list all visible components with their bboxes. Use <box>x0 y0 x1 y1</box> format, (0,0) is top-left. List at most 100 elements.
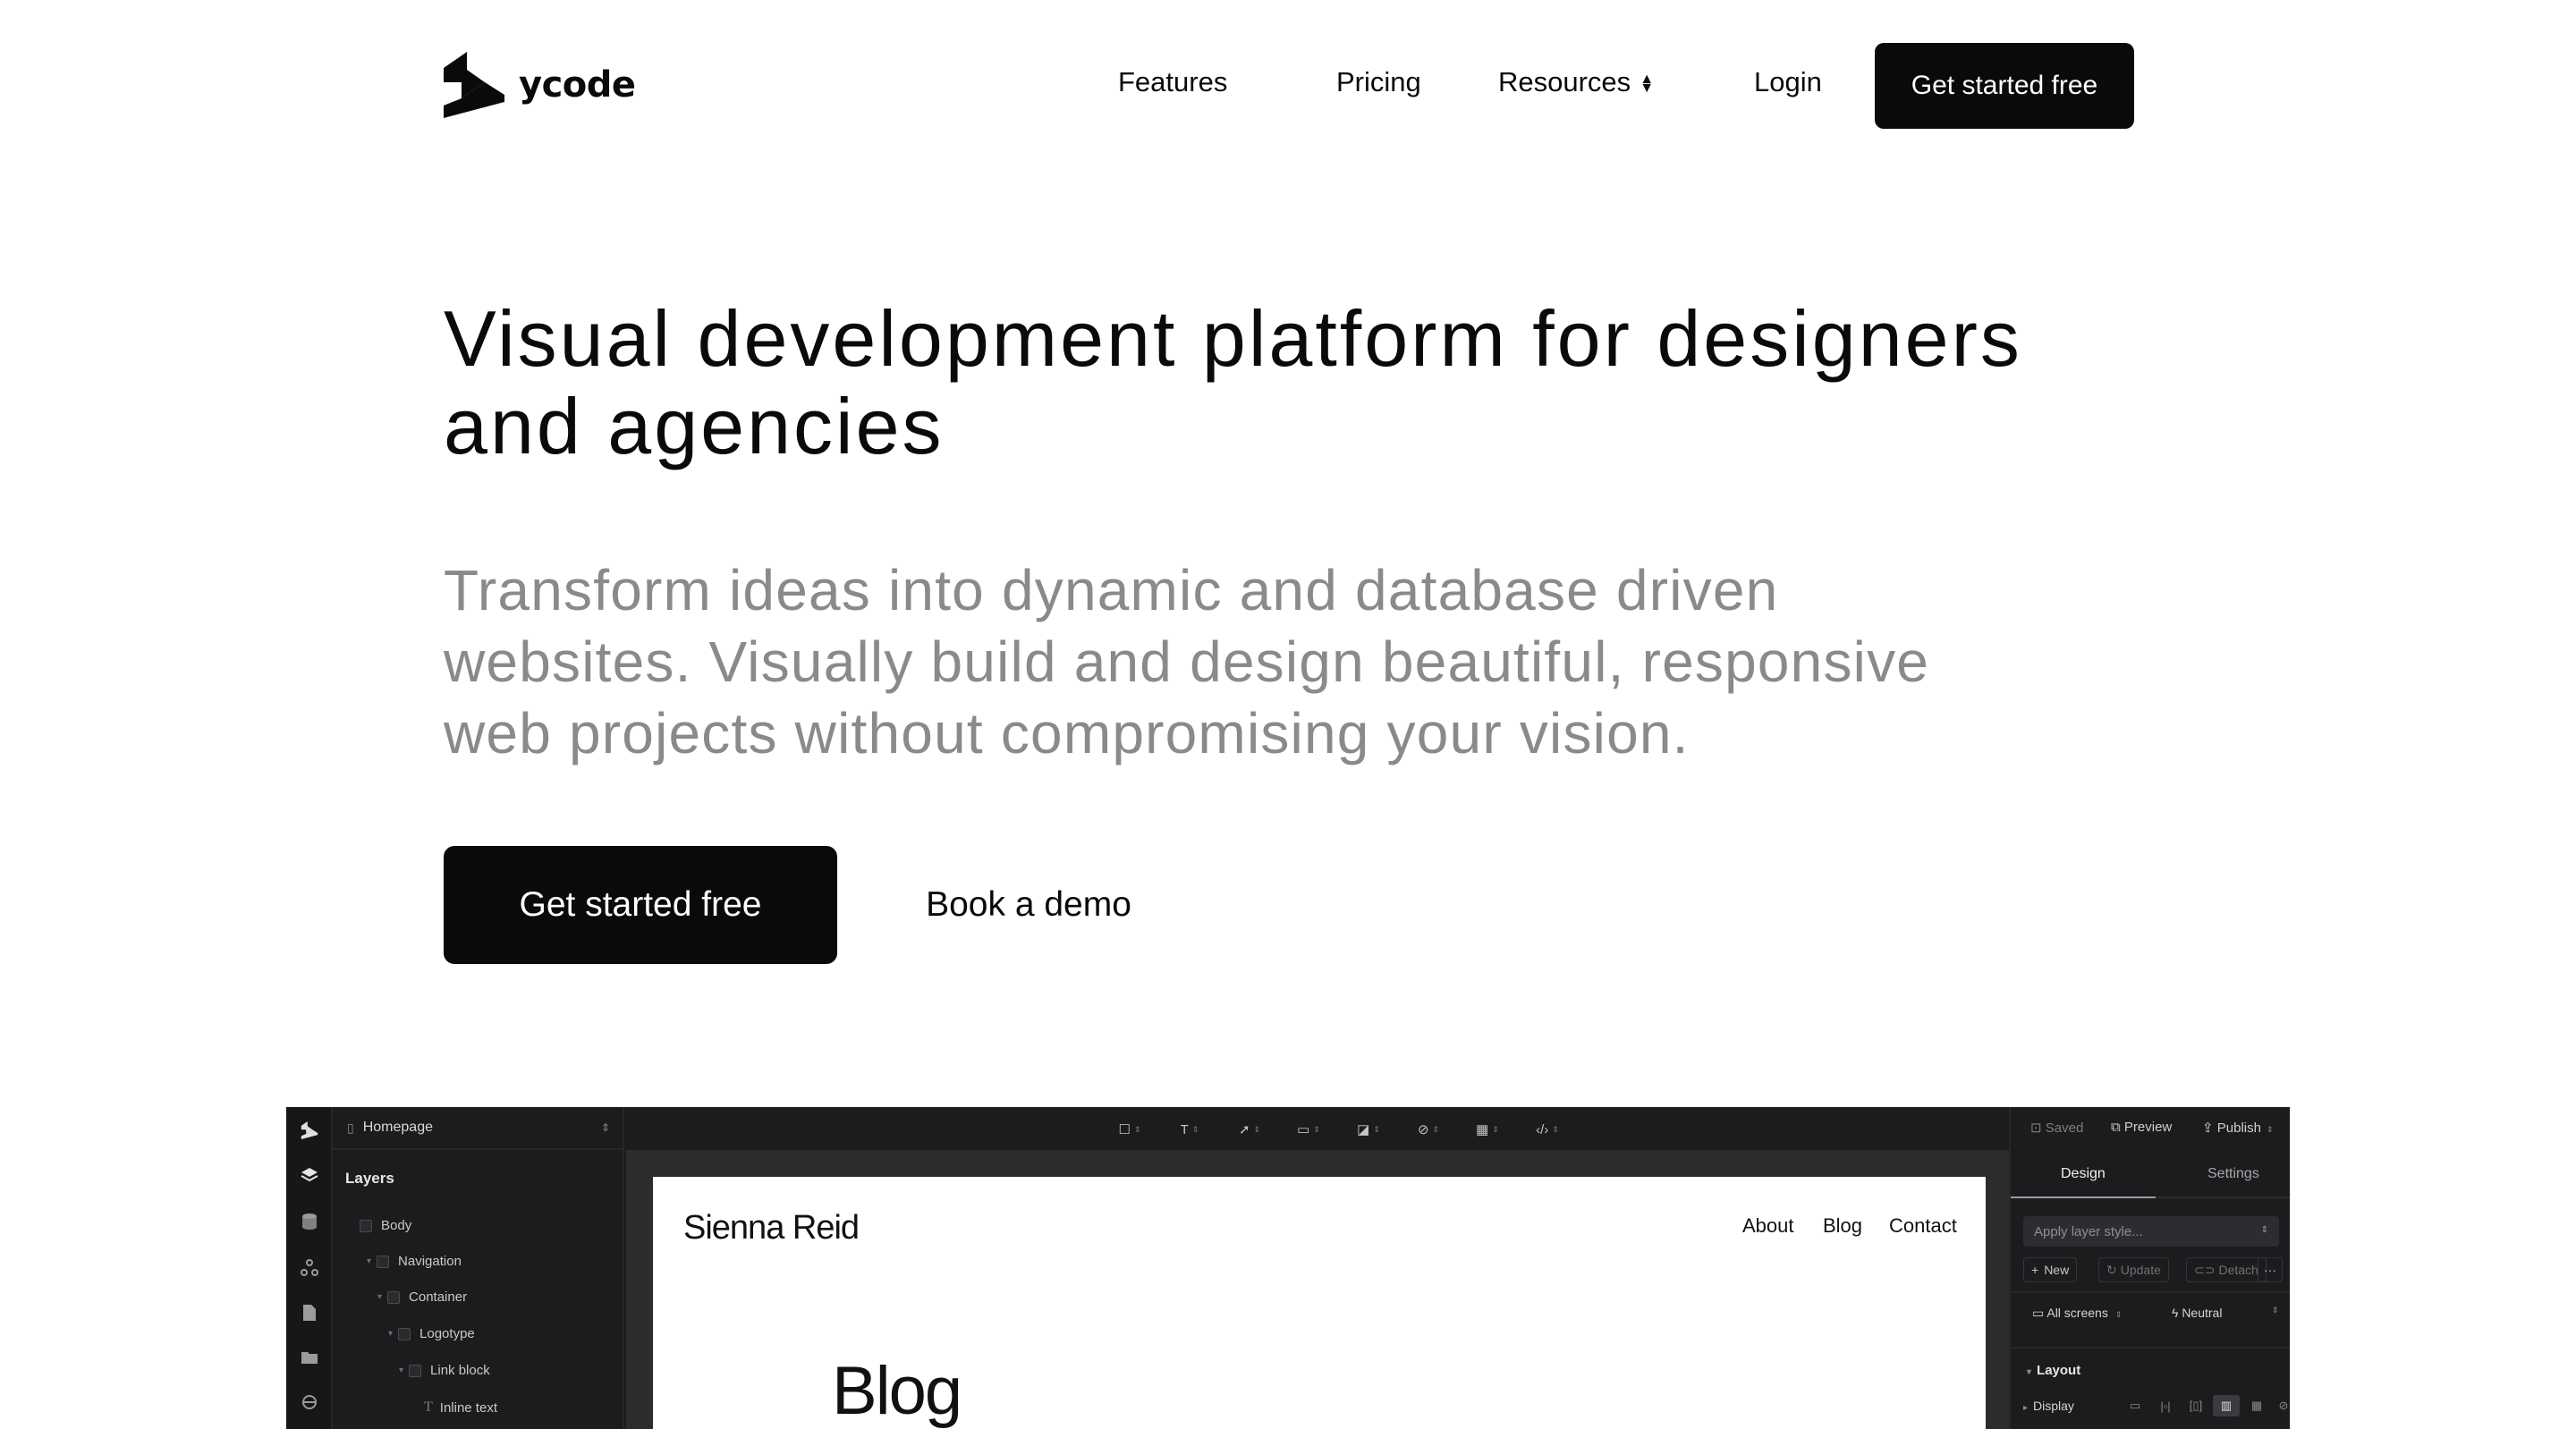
caret-right-icon: ▸ <box>2023 1403 2029 1413</box>
display-block-icon[interactable]: ▭ <box>2122 1395 2148 1416</box>
more-options-button[interactable]: ··· <box>2258 1257 2283 1282</box>
hero-subtitle-line-2: websites. Visually build and design beau… <box>444 630 1930 694</box>
upload-icon: ⇪ <box>2202 1120 2217 1136</box>
hero-subtitle-line-3: web projects without compromising your v… <box>444 701 1690 765</box>
folder-tool-icon[interactable]: ▭ ⇕ <box>1288 1120 1329 1139</box>
brand-logo[interactable]: ycode <box>444 52 636 118</box>
add-box-tool-icon[interactable]: ☐ ⇕ <box>1109 1120 1150 1139</box>
get-started-button-nav[interactable]: Get started free <box>1875 43 2134 129</box>
box-icon <box>387 1290 401 1304</box>
preview-button-label: Preview <box>2123 1120 2173 1135</box>
saved-status: ⊡ Saved <box>2030 1120 2083 1136</box>
display-inline-block-icon[interactable]: |▫| <box>2152 1395 2179 1416</box>
tab-design[interactable]: Design <box>2061 1166 2106 1182</box>
layers-icon[interactable] <box>299 1164 320 1186</box>
pointer-tool-icon[interactable]: ➚ ⇕ <box>1229 1120 1270 1139</box>
layer-style-select[interactable]: Apply layer style... ⇕ <box>2023 1216 2279 1247</box>
updown-chevron-icon: ⇕ <box>600 1121 610 1134</box>
site-link-blog[interactable]: Blog <box>1823 1214 1862 1238</box>
top-navigation: ycode Features Pricing Resources ▲ ▼ Login… <box>0 0 2576 172</box>
display-grid-icon[interactable]: ▦ <box>2243 1395 2270 1416</box>
layer-inline-text[interactable]: T Inline text <box>424 1399 497 1416</box>
state-select[interactable]: ϟ Neutral <box>2172 1306 2222 1320</box>
saved-status-label: Saved <box>2045 1120 2084 1136</box>
design-panel: ⊡ Saved ⧉ Preview ⇪ Publish ⇕ Design Sett… <box>2009 1107 2290 1429</box>
site-link-contact[interactable]: Contact <box>1889 1214 1957 1238</box>
detach-style-button[interactable]: ⊂⊃ Detach <box>2186 1257 2267 1282</box>
caret-down-icon: ▾ <box>2027 1367 2032 1377</box>
editor-rail <box>286 1107 333 1429</box>
updown-chevron-icon[interactable]: ⇕ <box>2272 1306 2279 1315</box>
updown-chevron-icon: ⇕ <box>2266 1125 2274 1134</box>
site-name: Sienna Reid <box>683 1209 860 1247</box>
update-style-label: Update <box>2120 1263 2161 1277</box>
code-tool-icon[interactable]: ‹/› ⇕ <box>1527 1120 1568 1139</box>
hero-subtitle-line-1: Transform ideas into dynamic and databas… <box>444 558 1779 622</box>
layer-label: Body <box>381 1218 412 1233</box>
layout-title[interactable]: ▾ Layout <box>2027 1363 2080 1378</box>
nav-pricing[interactable]: Pricing <box>1336 66 1421 98</box>
publish-button-label: Publish <box>2216 1120 2261 1136</box>
shapes-tool-icon[interactable]: ◪ ⇕ <box>1348 1120 1389 1139</box>
update-style-button[interactable]: ↻ Update <box>2098 1257 2169 1282</box>
book-demo-button[interactable]: Book a demo <box>903 846 1154 964</box>
caret-down-icon: ▾ <box>377 1292 383 1302</box>
breakpoint-row: ▭ All screens ⇕ ϟ Neutral ⇕ <box>2011 1291 2290 1332</box>
layer-logotype[interactable]: ▾ Logotype <box>388 1326 475 1341</box>
site-canvas: Sienna Reid About Blog Contact Blog <box>653 1177 1986 1429</box>
hero-title-line-1: Visual development platform for designer… <box>444 294 2022 383</box>
unlink-icon: ⊂⊃ <box>2194 1262 2216 1277</box>
hero-title: Visual development platform for designer… <box>444 295 2233 470</box>
layer-link-block[interactable]: ▾ Link block <box>399 1363 490 1378</box>
preview-button[interactable]: ⧉ Preview <box>2111 1120 2172 1135</box>
box-icon <box>377 1255 390 1268</box>
display-label: ▸ Display <box>2023 1399 2074 1413</box>
nav-features[interactable]: Features <box>1118 66 1227 98</box>
active-tab-indicator <box>2011 1196 2156 1198</box>
get-started-button-hero[interactable]: Get started free <box>444 846 837 964</box>
integrations-icon[interactable] <box>299 1391 320 1413</box>
nav-login[interactable]: Login <box>1754 66 1822 98</box>
layer-label: Inline text <box>439 1399 497 1416</box>
external-link-icon: ⧉ <box>2111 1120 2124 1135</box>
components-icon[interactable] <box>299 1257 320 1279</box>
layers-title: Layers <box>345 1170 394 1187</box>
box-icon <box>398 1327 411 1340</box>
refresh-icon: ↻ <box>2106 1262 2117 1277</box>
page-select[interactable]: ▯ Homepage ⇕ <box>333 1107 624 1150</box>
site-link-about[interactable]: About <box>1742 1214 1794 1238</box>
state-select-label: Neutral <box>2182 1306 2223 1320</box>
lightning-icon: ϟ <box>2172 1306 2182 1320</box>
screen-select[interactable]: ▭ All screens ⇕ <box>2032 1306 2122 1321</box>
display-flex-icon[interactable]: ▥ <box>2213 1395 2240 1416</box>
caret-down-icon: ▾ <box>388 1329 394 1339</box>
blog-heading: Blog <box>832 1353 962 1429</box>
layer-container[interactable]: ▾ Container <box>377 1289 467 1305</box>
display-inline-icon[interactable]: [▯] <box>2182 1395 2209 1416</box>
monitor-icon: ▭ <box>2032 1306 2047 1320</box>
updown-chevron-icon: ▲ ▼ <box>1640 71 1655 96</box>
layer-body[interactable]: Body <box>360 1218 411 1233</box>
ycode-rail-logo-icon[interactable] <box>299 1120 320 1141</box>
assets-folder-icon[interactable] <box>299 1347 320 1368</box>
new-style-label: New <box>2044 1263 2070 1277</box>
saved-check-icon: ⊡ <box>2030 1120 2046 1136</box>
display-none-icon[interactable]: ⊘ <box>2270 1395 2290 1416</box>
pages-icon[interactable] <box>299 1302 320 1323</box>
layer-label: Container <box>409 1289 468 1305</box>
new-style-button[interactable]: + New <box>2023 1257 2078 1282</box>
tab-settings[interactable]: Settings <box>2207 1166 2259 1182</box>
box-icon <box>360 1219 372 1232</box>
layout-title-label: Layout <box>2037 1363 2081 1378</box>
publish-button[interactable]: ⇪ Publish ⇕ <box>2202 1120 2274 1136</box>
layout-section: ▾ Layout ▸ Display ▭ |▫| [▯] ▥ ▦ ⊘ <box>2011 1347 2290 1429</box>
layout-tool-icon[interactable]: ▦ ⇕ <box>1467 1120 1508 1139</box>
database-icon[interactable] <box>299 1211 320 1232</box>
text-tool-icon[interactable]: T ⇕ <box>1169 1120 1210 1139</box>
nav-resources[interactable]: Resources ▲ ▼ <box>1498 66 1654 98</box>
editor-preview: ▯ Homepage ⇕ Layers Body ▾ Navigation ▾ Co… <box>286 1107 2290 1429</box>
link-tool-icon[interactable]: ⊘ ⇕ <box>1408 1120 1449 1139</box>
layer-label: Logotype <box>419 1326 475 1341</box>
page-icon: ▯ <box>347 1120 354 1135</box>
layer-navigation[interactable]: ▾ Navigation <box>367 1254 462 1269</box>
